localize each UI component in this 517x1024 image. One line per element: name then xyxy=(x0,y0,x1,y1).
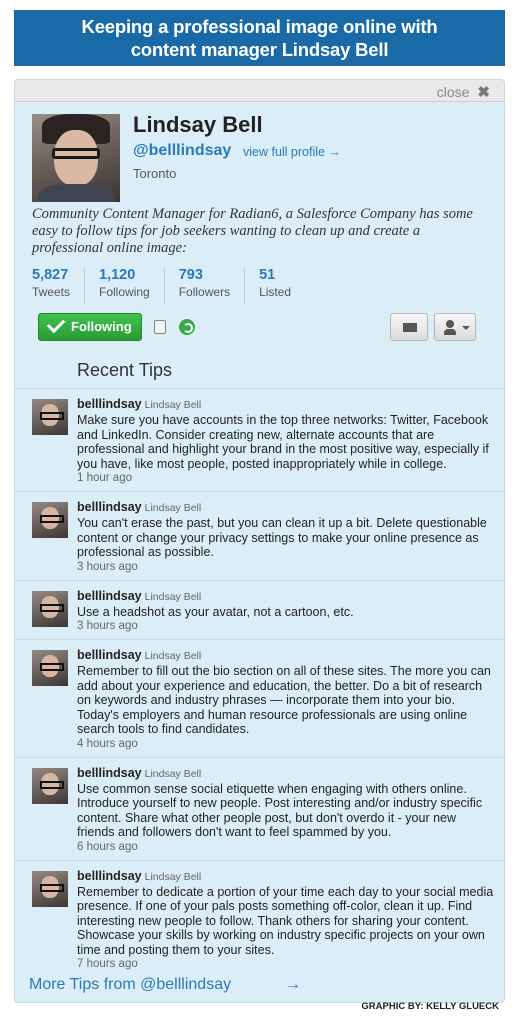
following-button-label: Following xyxy=(71,319,132,334)
stat-following[interactable]: 1,120 Following xyxy=(99,267,165,305)
tip-realname: Lindsay Bell xyxy=(144,502,202,514)
avatar[interactable] xyxy=(32,590,68,627)
profile-actions: Following xyxy=(38,313,478,341)
tip-realname: Lindsay Bell xyxy=(144,767,202,780)
stat-listed-label: Listed xyxy=(259,285,292,299)
avatar[interactable] xyxy=(32,399,68,435)
banner-title: Keeping a professional image online with… xyxy=(14,10,505,66)
tips-list: belllindsay Lindsay Bell Make sure you ha… xyxy=(15,388,506,977)
stat-followers[interactable]: 793 Followers xyxy=(178,267,246,305)
list-item: belllindsay Lindsay Bell Use common sense… xyxy=(15,756,506,860)
arrow-right-icon[interactable]: → xyxy=(285,976,301,994)
tip-username[interactable]: belllindsay xyxy=(77,500,142,514)
user-actions-dropdown[interactable] xyxy=(434,313,476,341)
close-icon[interactable]: ✖ xyxy=(477,84,490,101)
tip-text: Use common sense social etiquette when e… xyxy=(77,781,483,840)
profile-location: Toronto xyxy=(133,166,177,181)
retweet-icon[interactable] xyxy=(179,319,195,335)
caret-down-icon xyxy=(462,326,470,330)
avatar[interactable] xyxy=(32,767,68,804)
profile-handle[interactable]: @belllindsay xyxy=(133,142,231,160)
tip-username[interactable]: belllindsay xyxy=(77,766,142,780)
profile-card: close ✖ Lindsay Bell @belllindsay view fu… xyxy=(14,79,506,1003)
list-item: belllindsay Lindsay Bell You can't erase … xyxy=(15,491,506,580)
message-button[interactable] xyxy=(390,313,428,341)
tip-time[interactable]: 6 hours ago xyxy=(77,841,496,853)
list-item: belllindsay Lindsay Bell Make sure you ha… xyxy=(15,388,506,491)
stat-tweets[interactable]: 5,827 Tweets xyxy=(32,267,86,305)
profile-bio: Community Content Manager for Radian6, a… xyxy=(32,206,473,256)
avatar[interactable] xyxy=(32,114,120,202)
following-button[interactable]: Following xyxy=(38,313,142,341)
more-tips-link[interactable]: More Tips from @belllindsay xyxy=(29,976,231,994)
tip-username[interactable]: belllindsay xyxy=(77,589,142,603)
close-button[interactable]: close xyxy=(437,84,470,100)
stat-tweets-label: Tweets xyxy=(32,285,71,299)
tip-realname: Lindsay Bell xyxy=(144,399,202,411)
check-icon xyxy=(46,314,66,334)
stat-following-label: Following xyxy=(99,285,150,299)
profile-stats: 5,827 Tweets 1,120 Following 793 Followe… xyxy=(32,267,319,305)
avatar[interactable] xyxy=(32,870,68,907)
tip-time[interactable]: 1 hour ago xyxy=(77,472,496,484)
tip-realname: Lindsay Bell xyxy=(144,870,202,883)
banner-line-1: Keeping a professional image online with xyxy=(81,16,438,37)
tip-time[interactable]: 3 hours ago xyxy=(77,620,496,632)
list-item: belllindsay Lindsay Bell Use a headshot a… xyxy=(15,579,506,640)
avatar[interactable] xyxy=(32,502,68,538)
list-item: belllindsay Lindsay Bell Remember to fill… xyxy=(15,639,506,757)
profile-name: Lindsay Bell xyxy=(133,112,263,137)
tip-time[interactable]: 3 hours ago xyxy=(77,561,496,573)
tip-text: Use a headshot as your avatar, not a car… xyxy=(77,604,354,619)
stat-followers-count: 793 xyxy=(178,267,203,283)
stat-tweets-count: 5,827 xyxy=(32,267,69,283)
tip-time[interactable]: 4 hours ago xyxy=(77,738,496,750)
tip-text: Remember to fill out the bio section on … xyxy=(77,664,491,736)
tip-username[interactable]: belllindsay xyxy=(77,648,142,662)
stat-listed[interactable]: 51 Listed xyxy=(259,267,305,305)
tip-text: You can't erase the past, but you can cl… xyxy=(77,516,487,559)
tip-realname: Lindsay Bell xyxy=(144,650,202,662)
tip-username[interactable]: belllindsay xyxy=(77,397,142,411)
tip-text: Make sure you have accounts in the top t… xyxy=(77,413,489,471)
stat-followers-label: Followers xyxy=(178,285,231,299)
tip-text: Remember to dedicate a portion of your t… xyxy=(77,884,494,957)
close-bar: close ✖ xyxy=(15,80,504,102)
tip-username[interactable]: belllindsay xyxy=(77,869,142,883)
section-title: Recent Tips xyxy=(77,360,173,380)
stat-listed-count: 51 xyxy=(259,267,276,283)
banner-line-2: content manager Lindsay Bell xyxy=(130,39,389,60)
list-item: belllindsay Lindsay Bell Remember to dedi… xyxy=(15,859,506,978)
tip-realname: Lindsay Bell xyxy=(144,590,202,603)
tip-time[interactable]: 7 hours ago xyxy=(77,958,496,970)
document-icon[interactable] xyxy=(154,320,166,334)
avatar[interactable] xyxy=(32,650,68,686)
graphic-credit: GRAPHIC BY: KELLY GLUECK xyxy=(361,1001,499,1012)
stat-following-count: 1,120 xyxy=(99,267,136,283)
view-full-profile-link[interactable]: view full profile → xyxy=(243,145,341,159)
